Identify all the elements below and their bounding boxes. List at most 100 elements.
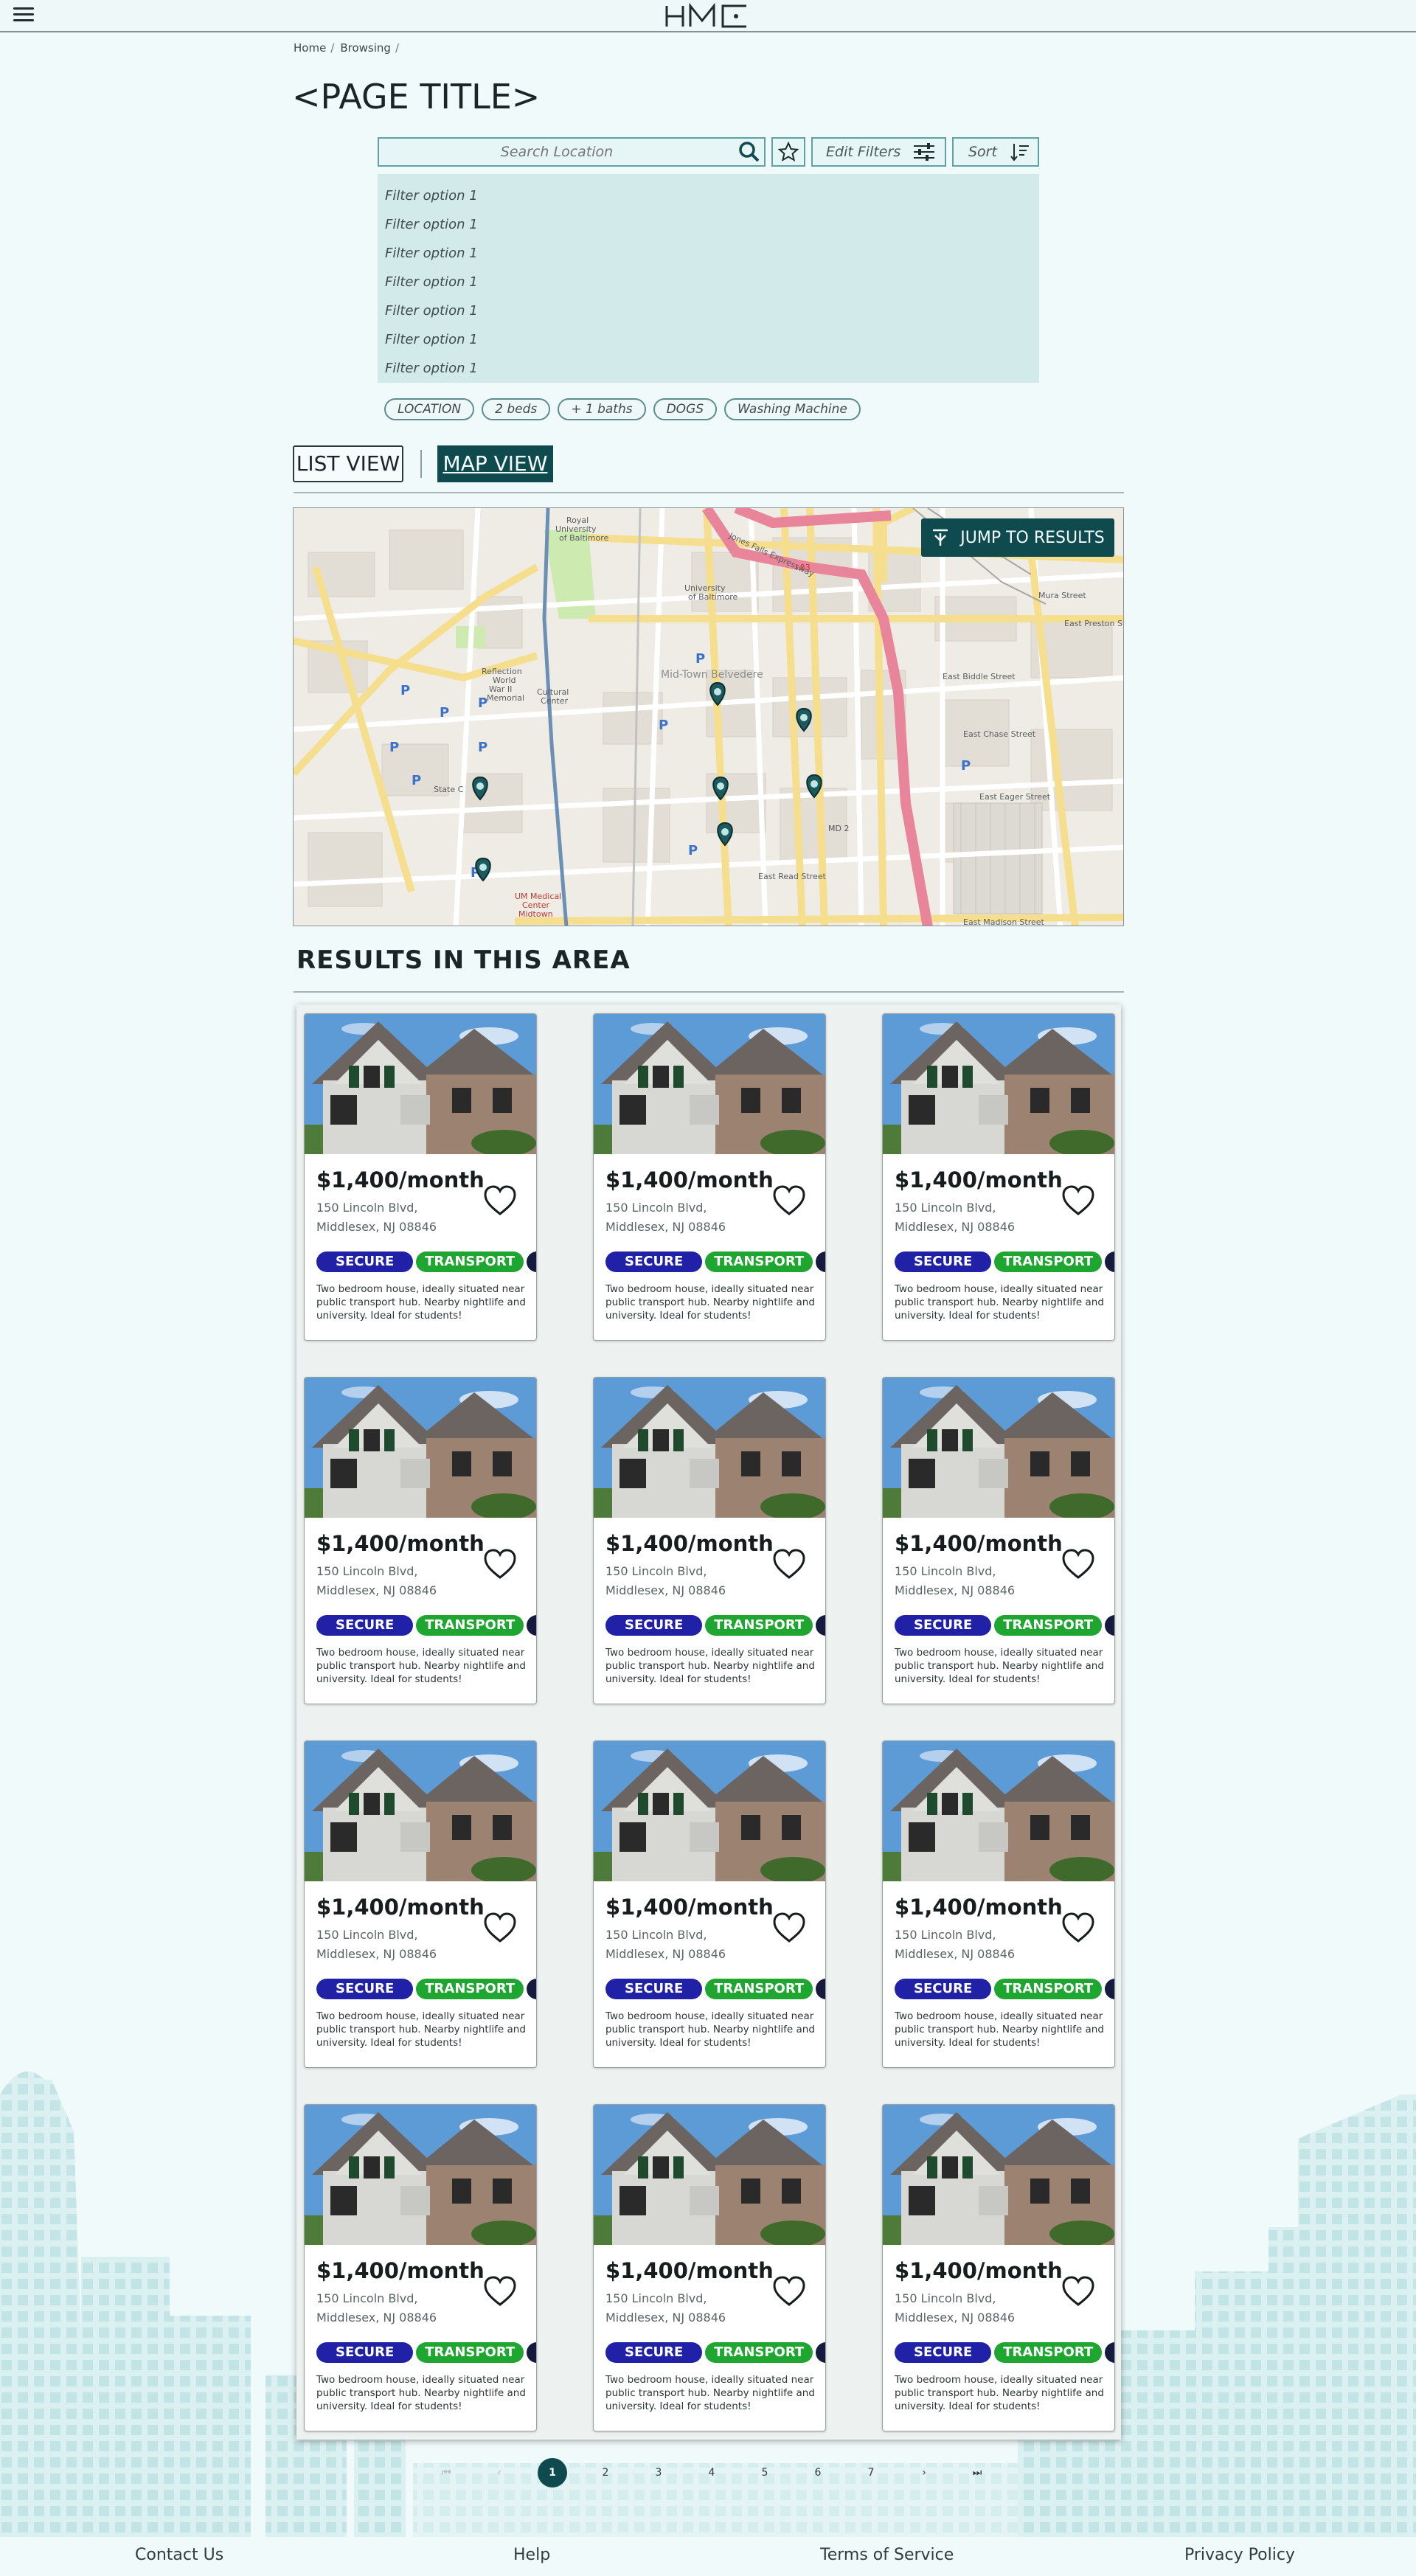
svg-text:P: P bbox=[478, 740, 487, 755]
page-number[interactable]: 2 bbox=[591, 2458, 620, 2488]
next-page-icon[interactable]: › bbox=[909, 2458, 939, 2488]
tag-overflow: N bbox=[1105, 1979, 1114, 1999]
page-number[interactable]: 7 bbox=[856, 2458, 886, 2488]
listing-price: $1,400/month bbox=[316, 2258, 485, 2283]
listing-card[interactable]: $1,400/month 150 Lincoln Blvd, Middlesex… bbox=[593, 1740, 826, 2068]
svg-text:P: P bbox=[412, 773, 421, 788]
tag-transport: TRANSPORT bbox=[416, 2342, 524, 2363]
listing-tags: SECURETRANSPORTN bbox=[316, 1251, 536, 1274]
filter-option[interactable]: Filter option 1 bbox=[378, 181, 1039, 210]
heart-icon[interactable] bbox=[772, 2276, 806, 2307]
listing-photo bbox=[305, 1014, 536, 1154]
site-logo[interactable] bbox=[664, 1, 752, 29]
listing-card[interactable]: $1,400/month 150 Lincoln Blvd, Middlesex… bbox=[304, 1013, 537, 1341]
listing-card[interactable]: $1,400/month 150 Lincoln Blvd, Middlesex… bbox=[304, 1377, 537, 1704]
listing-photo bbox=[883, 1014, 1114, 1154]
listing-address: 150 Lincoln Blvd, Middlesex, NJ 08846 bbox=[316, 1198, 437, 1237]
filter-chip-baths[interactable]: + 1 baths bbox=[558, 398, 646, 420]
listing-address-line2: Middlesex, NJ 08846 bbox=[895, 1583, 1016, 1597]
filter-option[interactable]: Filter option 1 bbox=[378, 210, 1039, 239]
sort-button[interactable]: Sort bbox=[952, 137, 1039, 167]
section-divider bbox=[294, 991, 1124, 993]
svg-text:of Baltimore: of Baltimore bbox=[688, 592, 738, 602]
heart-icon[interactable] bbox=[772, 1185, 806, 1216]
heart-icon[interactable] bbox=[772, 1549, 806, 1580]
svg-text:Midtown: Midtown bbox=[518, 909, 553, 919]
listing-card[interactable]: $1,400/month 150 Lincoln Blvd, Middlesex… bbox=[593, 1377, 826, 1704]
listing-address-line2: Middlesex, NJ 08846 bbox=[895, 1220, 1016, 1234]
listing-card[interactable]: $1,400/month 150 Lincoln Blvd, Middlesex… bbox=[593, 1013, 826, 1341]
listing-card[interactable]: $1,400/month 150 Lincoln Blvd, Middlesex… bbox=[593, 2104, 826, 2431]
footer-link-terms[interactable]: Terms of Service bbox=[820, 2546, 954, 2564]
star-icon bbox=[777, 141, 799, 162]
tag-transport: TRANSPORT bbox=[416, 1615, 524, 1636]
filter-option[interactable]: Filter option 1 bbox=[378, 325, 1039, 354]
tag-secure: SECURE bbox=[605, 1251, 703, 1272]
heart-icon[interactable] bbox=[483, 1912, 517, 1943]
listing-description: Two bedroom house, ideally situated near… bbox=[605, 2374, 815, 2412]
listing-card[interactable]: $1,400/month 150 Lincoln Blvd, Middlesex… bbox=[304, 1740, 537, 2068]
heart-icon[interactable] bbox=[772, 1912, 806, 1943]
map-view-button[interactable]: MAP VIEW bbox=[437, 445, 553, 482]
edit-filters-button[interactable]: Edit Filters bbox=[811, 137, 946, 167]
heart-icon[interactable] bbox=[483, 1549, 517, 1580]
filter-chip-beds[interactable]: 2 beds bbox=[482, 398, 551, 420]
save-search-button[interactable] bbox=[771, 137, 805, 167]
tag-secure: SECURE bbox=[316, 1979, 414, 1999]
map-tiles: PPPPPPPPPPP RoyalUniversityof Baltimore … bbox=[294, 508, 1123, 926]
page-number[interactable]: 5 bbox=[750, 2458, 780, 2488]
filter-chip-washing-machine[interactable]: Washing Machine bbox=[724, 398, 861, 420]
svg-text:Center: Center bbox=[541, 696, 569, 706]
page-number[interactable]: 1 bbox=[538, 2458, 567, 2488]
breadcrumb-home[interactable]: Home bbox=[294, 41, 326, 55]
results-map[interactable]: PPPPPPPPPPP Royal University of Baltimore … bbox=[293, 507, 1124, 926]
listing-photo bbox=[883, 1378, 1114, 1518]
heart-icon[interactable] bbox=[1061, 1549, 1095, 1580]
listing-tags: SECURETRANSPORTN bbox=[605, 1979, 825, 2001]
listing-description: Two bedroom house, ideally situated near… bbox=[895, 1647, 1104, 1685]
listing-address: 150 Lincoln Blvd, Middlesex, NJ 08846 bbox=[605, 2289, 726, 2327]
list-view-button[interactable]: LIST VIEW bbox=[293, 445, 403, 482]
listing-address-line2: Middlesex, NJ 08846 bbox=[895, 2311, 1016, 2325]
search-icon[interactable] bbox=[735, 139, 764, 165]
listing-card[interactable]: $1,400/month 150 Lincoln Blvd, Middlesex… bbox=[882, 2104, 1115, 2431]
listing-description: Two bedroom house, ideally situated near… bbox=[316, 2010, 526, 2049]
listing-tags: SECURETRANSPORTN bbox=[895, 1251, 1114, 1274]
tag-transport: TRANSPORT bbox=[994, 1251, 1103, 1272]
filter-chip-location[interactable]: LOCATION bbox=[384, 398, 475, 420]
heart-icon[interactable] bbox=[1061, 1912, 1095, 1943]
jump-to-results-button[interactable]: JUMP TO RESULTS bbox=[921, 518, 1114, 557]
footer-link-help[interactable]: Help bbox=[513, 2546, 550, 2564]
listing-card[interactable]: $1,400/month 150 Lincoln Blvd, Middlesex… bbox=[882, 1013, 1115, 1341]
tag-secure: SECURE bbox=[605, 1615, 703, 1636]
heart-icon[interactable] bbox=[1061, 1185, 1095, 1216]
page-number[interactable]: 3 bbox=[644, 2458, 673, 2488]
svg-text:P: P bbox=[400, 683, 410, 698]
filter-option[interactable]: Filter option 1 bbox=[378, 296, 1039, 325]
prev-page-icon[interactable]: ‹ bbox=[485, 2458, 514, 2488]
page-number[interactable]: 6 bbox=[803, 2458, 833, 2488]
footer-link-contact[interactable]: Contact Us bbox=[135, 2546, 223, 2564]
listing-card[interactable]: $1,400/month 150 Lincoln Blvd, Middlesex… bbox=[304, 2104, 537, 2431]
first-page-icon[interactable]: ⏮ bbox=[431, 2458, 461, 2488]
page-number[interactable]: 4 bbox=[697, 2458, 726, 2488]
listing-card[interactable]: $1,400/month 150 Lincoln Blvd, Middlesex… bbox=[882, 1377, 1115, 1704]
search-input[interactable] bbox=[379, 144, 735, 160]
filter-chip-dogs[interactable]: DOGS bbox=[653, 398, 718, 420]
filter-option[interactable]: Filter option 1 bbox=[378, 239, 1039, 268]
filter-option[interactable]: Filter option 1 bbox=[378, 268, 1039, 296]
heart-icon[interactable] bbox=[483, 1185, 517, 1216]
heart-icon[interactable] bbox=[1061, 2276, 1095, 2307]
listing-card[interactable]: $1,400/month 150 Lincoln Blvd, Middlesex… bbox=[882, 1740, 1115, 2068]
filter-option[interactable]: Filter option 1 bbox=[378, 354, 1039, 383]
listing-tags: SECURETRANSPORTN bbox=[316, 2342, 536, 2364]
breadcrumb-browsing[interactable]: Browsing bbox=[340, 41, 391, 55]
footer-link-privacy[interactable]: Privacy Policy bbox=[1184, 2546, 1295, 2564]
svg-text:P: P bbox=[688, 843, 698, 858]
last-page-icon[interactable]: ⏭ bbox=[962, 2458, 992, 2488]
svg-text:P: P bbox=[961, 758, 971, 774]
heart-icon[interactable] bbox=[483, 2276, 517, 2307]
listing-price: $1,400/month bbox=[895, 1531, 1063, 1556]
svg-text:P: P bbox=[440, 705, 449, 721]
hamburger-menu-icon[interactable] bbox=[13, 7, 34, 24]
